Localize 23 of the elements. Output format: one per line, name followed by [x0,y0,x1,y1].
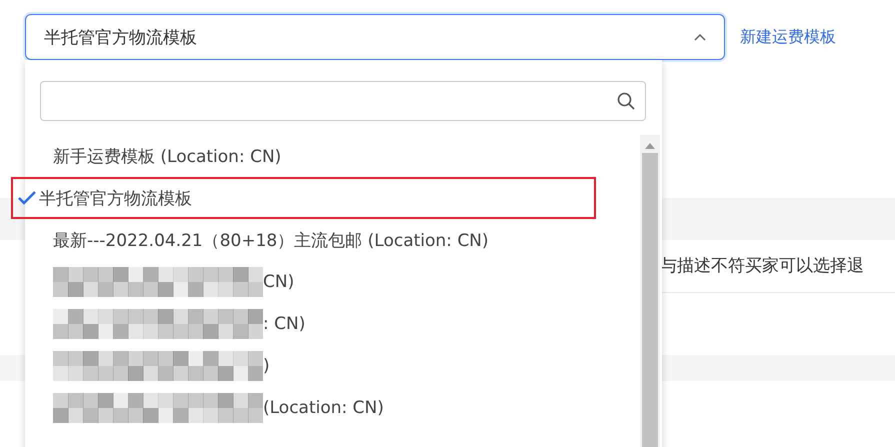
dropdown-option[interactable]: CN) [25,261,640,303]
option-text: ) [263,356,270,376]
option-text: CN) [263,272,294,292]
table-cell-text: 与描述不符买家可以选择退 [660,255,864,277]
dropdown-option[interactable]: : CN) [25,303,640,345]
dropdown-option[interactable]: 最新---2022.04.21（80+18）主流包邮 (Location: CN) [25,219,640,261]
option-text: (Location: CN) [263,398,384,418]
option-text: 新手运费模板 (Location: CN) [53,146,282,168]
search-icon [617,92,635,110]
dropdown-option[interactable]: 半托管官方物流模板 [11,177,596,219]
template-select[interactable]: 半托管官方物流模板 [25,14,725,60]
search-field[interactable] [40,81,646,121]
dropdown-option[interactable]: 新手运费模板 (Location: CN) [25,135,640,177]
option-text: 最新---2022.04.21（80+18）主流包邮 (Location: CN) [53,230,489,252]
check-icon [18,191,36,205]
dropdown-option[interactable]: (Location: CN) [25,387,640,429]
scroll-up-icon [645,143,655,149]
scrollbar[interactable] [640,135,660,447]
new-template-link[interactable]: 新建运费模板 [740,26,836,48]
option-text: 半托管官方物流模板 [39,188,192,210]
option-text: : CN) [263,314,306,334]
dropdown-option[interactable]: ) [25,345,640,387]
caret-icon [694,33,706,41]
